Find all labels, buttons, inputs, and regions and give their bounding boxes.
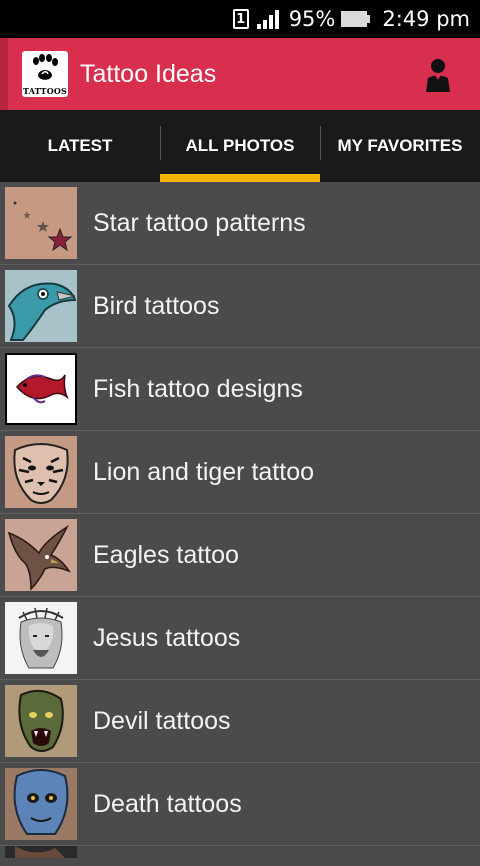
- list-item-label: Eagles tattoo: [93, 540, 239, 569]
- list-item-label: Lion and tiger tattoo: [93, 457, 314, 486]
- tab-all-photos[interactable]: ALL PHOTOS: [160, 110, 320, 182]
- list-item-label: Devil tattoos: [93, 706, 231, 735]
- status-bar: 1 95% 2:49 pm: [0, 0, 480, 38]
- tab-label: MY FAVORITES: [337, 136, 463, 155]
- tab-my-favorites[interactable]: MY FAVORITES: [320, 110, 480, 182]
- list-item[interactable]: [0, 846, 480, 866]
- battery-icon: [341, 11, 371, 27]
- clock: 2:49 pm: [382, 7, 470, 31]
- list-item-label: Bird tattoos: [93, 291, 220, 320]
- jesus-tattoo-thumbnail: [5, 602, 77, 674]
- list-item-label: Fish tattoo designs: [93, 374, 303, 403]
- list-item[interactable]: Jesus tattoos: [0, 597, 480, 680]
- death-tattoo-thumbnail: [5, 768, 77, 840]
- bird-tattoo-thumbnail: [5, 270, 77, 342]
- tab-latest[interactable]: LATEST: [0, 110, 160, 182]
- partial-thumbnail: [5, 846, 77, 858]
- sim-icon: 1: [232, 9, 249, 29]
- app-logo: TATTOOS: [22, 51, 68, 97]
- category-list: Star tattoo patterns Bird tattoos Fish t…: [0, 182, 480, 866]
- tab-label: LATEST: [47, 136, 113, 155]
- app-bar: TATTOOS Tattoo Ideas: [0, 38, 480, 110]
- tab-label: ALL PHOTOS: [185, 136, 295, 155]
- list-item-label: Death tattoos: [93, 789, 242, 818]
- list-item[interactable]: Bird tattoos: [0, 265, 480, 348]
- tab-bar: LATEST ALL PHOTOS MY FAVORITES: [0, 110, 480, 182]
- paw-icon: [33, 54, 58, 80]
- tiger-tattoo-thumbnail: [5, 436, 77, 508]
- account-icon[interactable]: [424, 58, 452, 92]
- signal-icon: [256, 9, 279, 29]
- devil-tattoo-thumbnail: [5, 685, 77, 757]
- fish-tattoo-thumbnail: [5, 353, 77, 425]
- list-item-label: Star tattoo patterns: [93, 208, 306, 237]
- logo-text: TATTOOS: [22, 86, 68, 96]
- list-item-label: Jesus tattoos: [93, 623, 241, 652]
- list-item[interactable]: Star tattoo patterns: [0, 182, 480, 265]
- eagle-tattoo-thumbnail: [5, 519, 77, 591]
- star-tattoo-thumbnail: [5, 187, 77, 259]
- battery-percent: 95%: [288, 7, 336, 31]
- list-item[interactable]: Devil tattoos: [0, 680, 480, 763]
- list-item[interactable]: Lion and tiger tattoo: [0, 431, 480, 514]
- list-item[interactable]: Death tattoos: [0, 763, 480, 846]
- app-title: Tattoo Ideas: [80, 59, 217, 88]
- list-item[interactable]: Eagles tattoo: [0, 514, 480, 597]
- list-item[interactable]: Fish tattoo designs: [0, 348, 480, 431]
